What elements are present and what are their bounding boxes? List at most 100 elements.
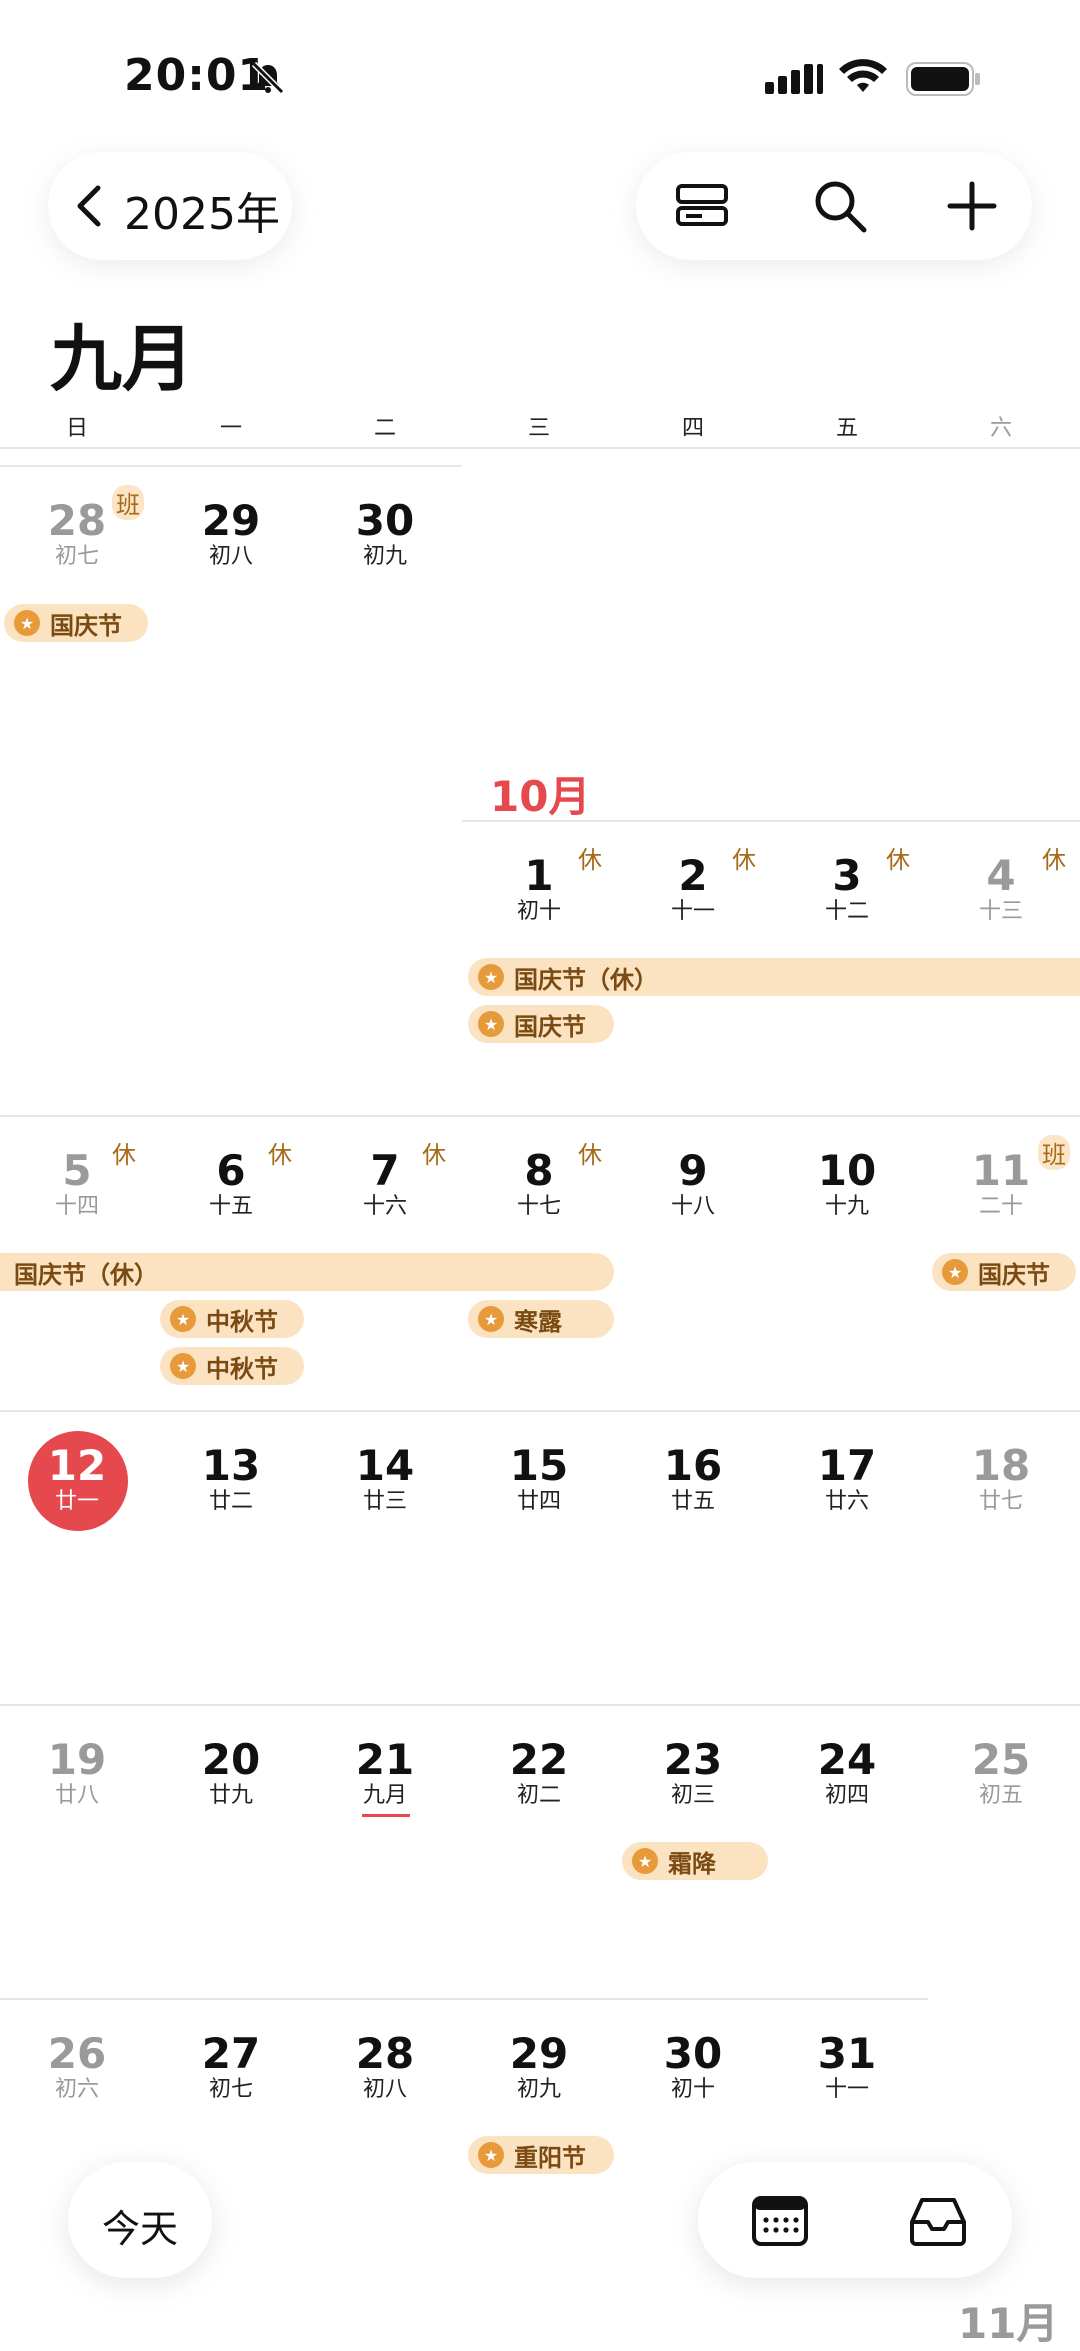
day-cell[interactable]: 26 初六 [0,2031,154,2103]
day-cell[interactable]: 29 初九 [462,2031,616,2103]
calendar-icon[interactable] [750,2192,810,2248]
day-number: 23 [663,1735,723,1784]
lunar-date: 十七 [516,1194,561,1219]
day-number: 21 [355,1735,415,1784]
event-title: 国庆节 [50,611,122,640]
divider [0,1704,1080,1706]
lunar-date: 初七 [54,544,99,569]
month-separator-label: 10月 [490,772,591,821]
workday-badge: 班 [1038,1135,1070,1170]
day-cell[interactable]: 15 廿四 [462,1443,616,1515]
divider [0,465,462,467]
lunar-date: 二十 [978,1194,1023,1219]
day-cell[interactable]: 20 廿九 [154,1737,308,1809]
workday-badge: 班 [112,485,144,520]
today-button[interactable]: 今天 [68,2162,212,2278]
lunar-date: 初十 [670,2077,715,2102]
lunar-date: 廿四 [516,1489,561,1514]
lunar-month-underline [362,1814,410,1817]
day-number: 13 [201,1441,261,1490]
lunar-date: 十四 [54,1194,99,1219]
lunar-date: 十一 [670,899,715,924]
inbox-icon[interactable] [908,2192,968,2248]
day-cell[interactable]: 23 初三 [616,1737,770,1809]
day-cell[interactable]: 19 廿八 [0,1737,154,1809]
lunar-date: 十八 [670,1194,715,1219]
day-cell[interactable]: 18 廿七 [924,1443,1078,1515]
star-icon: ★ [478,1306,504,1332]
day-number: 25 [971,1735,1031,1784]
today-button-label: 今天 [101,2207,178,2251]
day-cell[interactable]: 17 廿六 [770,1443,924,1515]
event-title: 国庆节 [978,1260,1050,1289]
lunar-date: 廿六 [824,1489,869,1514]
event-chip[interactable]: ★ 中秋节 [160,1300,304,1338]
day-cell[interactable]: 30 初十 [616,2031,770,2103]
day-cell[interactable]: 30 初九 [308,498,462,570]
day-number: 29 [201,496,261,545]
lunar-date: 初五 [978,1783,1023,1808]
event-chip[interactable]: ★ 霜降 [622,1842,768,1880]
lunar-date: 初八 [362,2077,407,2102]
event-chip[interactable]: ★ 国庆节 [932,1253,1076,1291]
day-cell[interactable]: 13 廿二 [154,1443,308,1515]
day-cell[interactable]: 22 初二 [462,1737,616,1809]
event-chip[interactable]: ★ 寒露 [468,1300,614,1338]
event-chip-multiday[interactable]: 国庆节（休） [0,1253,614,1291]
view-switch-icon[interactable] [672,176,732,236]
search-icon[interactable] [810,176,870,236]
event-title: 国庆节（休） [514,965,658,994]
next-month-label: 11月 [958,2299,1059,2348]
add-event-icon[interactable] [942,176,1002,236]
event-title: 重阳节 [514,2143,586,2172]
day-cell[interactable]: 24 初四 [770,1737,924,1809]
lunar-date: 初二 [516,1783,561,1808]
day-cell[interactable]: 27 初七 [154,2031,308,2103]
day-number: 29 [509,2029,569,2078]
day-cell-today[interactable]: 12 廿一 [0,1443,154,1515]
day-number: 20 [201,1735,261,1784]
event-chip[interactable]: ★ 国庆节 [4,604,148,642]
day-cell[interactable]: 29 初八 [154,498,308,570]
divider [0,447,1080,449]
event-chip-multiday[interactable]: ★ 国庆节（休） [468,958,1080,996]
event-chip[interactable]: ★ 重阳节 [468,2136,614,2174]
event-chip[interactable]: ★ 国庆节 [468,1005,614,1043]
day-cell[interactable]: 28 初八 [308,2031,462,2103]
lunar-date: 廿七 [978,1489,1023,1514]
star-icon: ★ [478,2142,504,2168]
holiday-badge: 休 [268,1141,292,1169]
event-title: 中秋节 [206,1354,278,1383]
star-icon: ★ [942,1259,968,1285]
day-number: 30 [355,496,415,545]
day-cell[interactable]: 9 十八 [616,1148,770,1220]
lunar-date: 廿五 [670,1489,715,1514]
lunar-date: 九月 [362,1783,407,1808]
day-number: 18 [971,1441,1031,1490]
day-cell[interactable]: 31 十一 [770,2031,924,2103]
weekday-thu: 四 [681,416,704,441]
day-number: 31 [817,2029,877,2078]
event-title: 寒露 [514,1307,562,1336]
lunar-date: 廿一 [54,1489,99,1514]
divider [0,1410,1080,1412]
lunar-date: 廿九 [208,1783,253,1808]
day-cell[interactable]: 25 初五 [924,1737,1078,1809]
chevron-left-icon [77,185,101,227]
event-chip[interactable]: ★ 中秋节 [160,1347,304,1385]
weekday-wed: 三 [527,416,550,441]
day-cell[interactable]: 21 九月 [308,1737,462,1809]
back-to-year-button[interactable]: 2025年 [48,152,292,260]
day-cell[interactable]: 10 十九 [770,1148,924,1220]
day-cell[interactable]: 14 廿三 [308,1443,462,1515]
day-number: 27 [201,2029,261,2078]
lunar-date: 廿三 [362,1489,407,1514]
day-number: 28 [355,2029,415,2078]
silent-bell-icon [251,61,285,95]
weekday-sun: 日 [65,416,88,441]
lunar-date: 初七 [208,2077,253,2102]
day-number: 24 [817,1735,877,1784]
weekday-fri: 五 [835,416,858,441]
lunar-date: 初三 [670,1783,715,1808]
day-cell[interactable]: 16 廿五 [616,1443,770,1515]
